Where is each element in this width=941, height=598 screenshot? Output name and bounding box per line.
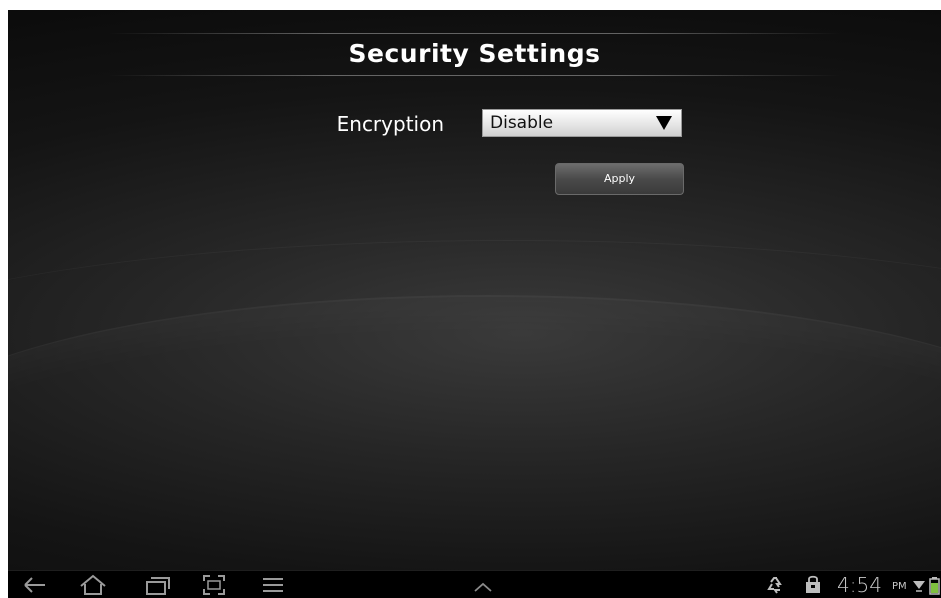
system-navigation-bar: 4:54 PM	[8, 570, 941, 598]
apply-button[interactable]: Apply	[555, 163, 684, 195]
title-divider-bottom	[108, 75, 841, 76]
encryption-selected-value: Disable	[490, 113, 554, 133]
menu-icon[interactable]	[260, 573, 286, 597]
recycle-icon	[766, 573, 786, 597]
screenshot-icon[interactable]	[200, 573, 228, 597]
page-title: Security Settings	[348, 39, 601, 68]
app-screen: Security Settings Encryption Disable App…	[8, 10, 941, 598]
home-icon[interactable]	[78, 573, 108, 597]
title-divider-top	[108, 33, 841, 34]
background-wave	[8, 240, 941, 501]
encryption-label: Encryption	[336, 112, 444, 136]
recent-apps-icon[interactable]	[143, 573, 171, 597]
background-wave	[8, 295, 941, 597]
clock-ampm: PM	[892, 581, 907, 592]
chevron-up-icon[interactable]	[470, 573, 496, 597]
dropdown-arrow-icon	[656, 116, 672, 130]
back-arrow-icon[interactable]	[22, 573, 48, 597]
title-bar: Security Settings	[8, 30, 941, 82]
wifi-icon	[912, 573, 926, 597]
clock-time: 4:54	[837, 573, 882, 597]
shopping-bag-icon	[803, 573, 823, 597]
battery-icon	[928, 573, 941, 597]
encryption-dropdown[interactable]: Disable	[482, 109, 682, 137]
